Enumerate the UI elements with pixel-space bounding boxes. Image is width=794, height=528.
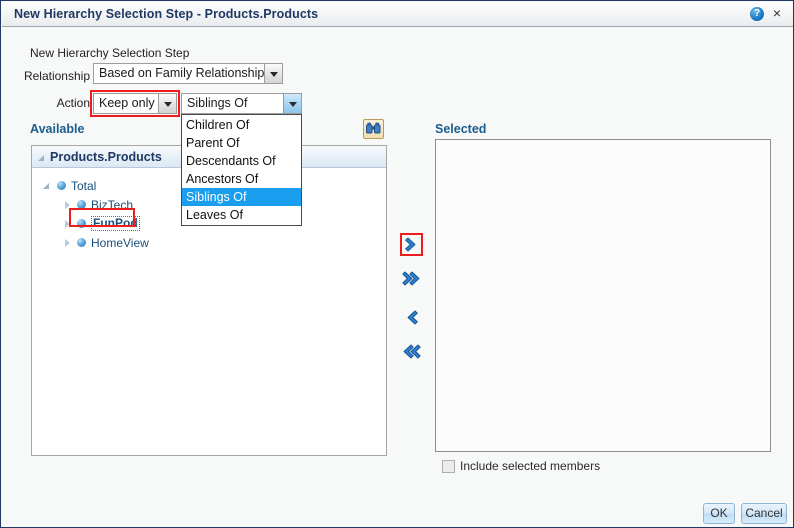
- dropdown-option[interactable]: Siblings Of: [182, 188, 301, 206]
- help-icon[interactable]: ?: [750, 7, 764, 21]
- family-relationship-dropdown-list[interactable]: Children Of Parent Of Descendants Of Ancest…: [181, 114, 302, 226]
- include-selected-members-checkbox[interactable]: [442, 459, 455, 473]
- tree-node-label: HomeView: [91, 235, 149, 250]
- relationship-select-value: Based on Family Relationship: [99, 66, 264, 80]
- chevron-down-icon[interactable]: [283, 94, 301, 113]
- action-label: Action: [56, 96, 90, 110]
- dropdown-option[interactable]: Children Of: [182, 116, 301, 134]
- cancel-button[interactable]: Cancel: [741, 503, 787, 524]
- collapse-triangle-icon[interactable]: [38, 154, 44, 161]
- relationship-label: Relationship: [23, 69, 90, 83]
- available-label: Available: [30, 122, 85, 136]
- tree-node[interactable]: HomeView: [32, 233, 386, 252]
- dropdown-option[interactable]: Descendants Of: [182, 152, 301, 170]
- move-left-icon[interactable]: [402, 308, 421, 327]
- tree-node-label: BizTech: [91, 197, 134, 212]
- new-hierarchy-selection-step-dialog: New Hierarchy Selection Step - Products.…: [0, 0, 794, 528]
- tree-node-icon: [57, 181, 66, 190]
- tree-node-icon: [77, 238, 86, 247]
- binoculars-search-icon[interactable]: [363, 119, 384, 139]
- tree-node-icon: [77, 200, 86, 209]
- tree-node-icon: [77, 219, 86, 228]
- chevron-down-icon[interactable]: [264, 64, 282, 83]
- tree-node-label: Total: [71, 178, 97, 193]
- expand-triangle-icon[interactable]: [42, 180, 54, 192]
- family-relationship-select-value: Siblings Of: [187, 96, 248, 110]
- close-icon[interactable]: ×: [769, 5, 785, 21]
- collapse-triangle-icon[interactable]: [62, 237, 74, 249]
- dialog-titlebar: New Hierarchy Selection Step - Products.…: [2, 2, 793, 27]
- tree-node-label: FunPod: [91, 216, 140, 231]
- dropdown-option[interactable]: Leaves Of: [182, 206, 301, 224]
- action-select-value: Keep only: [99, 96, 155, 110]
- form-caption: New Hierarchy Selection Step: [30, 46, 190, 60]
- include-selected-members-row[interactable]: Include selected members: [442, 459, 600, 473]
- collapse-triangle-icon[interactable]: [62, 199, 74, 211]
- move-right-icon[interactable]: [402, 235, 421, 254]
- move-all-right-icon[interactable]: [402, 269, 421, 288]
- action-select[interactable]: Keep only: [93, 93, 177, 114]
- dialog-title: New Hierarchy Selection Step - Products.…: [14, 7, 319, 21]
- dropdown-option[interactable]: Parent Of: [182, 134, 301, 152]
- ok-button[interactable]: OK: [703, 503, 735, 524]
- relationship-select[interactable]: Based on Family Relationship: [93, 63, 283, 84]
- selected-list[interactable]: [435, 139, 771, 452]
- include-selected-members-label: Include selected members: [460, 459, 601, 473]
- available-panel-title: Products.Products: [50, 149, 162, 164]
- chevron-down-icon[interactable]: [158, 94, 176, 113]
- move-all-left-icon[interactable]: [402, 342, 421, 361]
- dropdown-option[interactable]: Ancestors Of: [182, 170, 301, 188]
- family-relationship-select[interactable]: Siblings Of: [181, 93, 302, 114]
- selected-label: Selected: [435, 122, 487, 136]
- collapse-triangle-icon[interactable]: [62, 218, 74, 230]
